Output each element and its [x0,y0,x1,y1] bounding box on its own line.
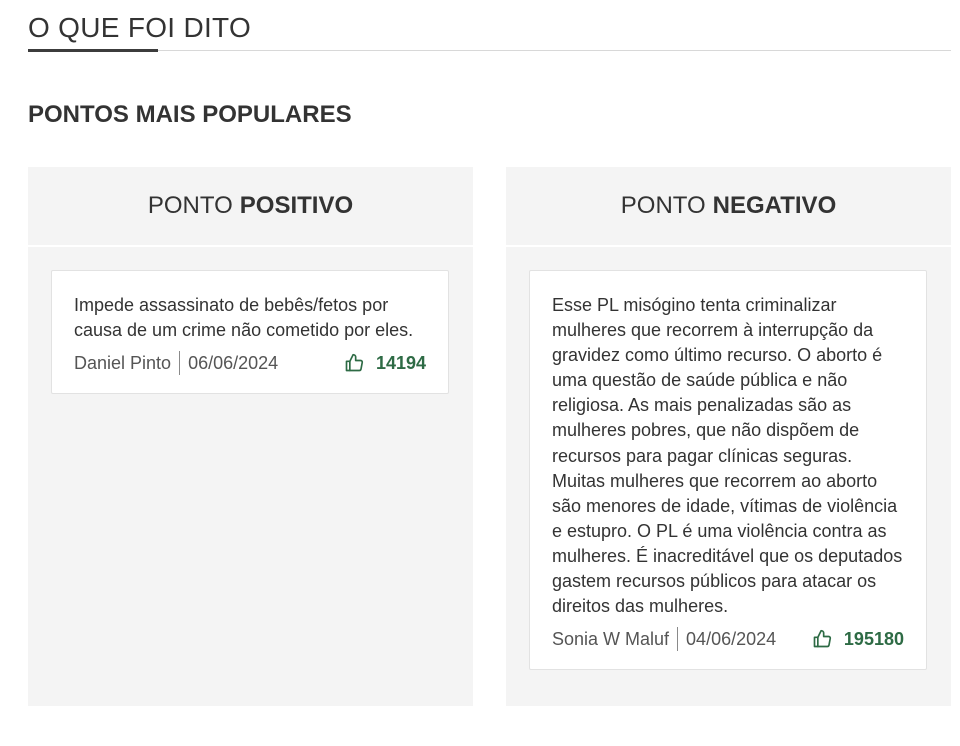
column-header-prefix: PONTO [620,192,706,219]
positive-point-column: PONTO POSITIVO Impede assassinato de beb… [28,167,473,706]
like-button[interactable]: 195180 [812,629,904,650]
popular-points-heading: PONTOS MAIS POPULARES [28,101,352,128]
negative-column-header: PONTO NEGATIVO [506,167,951,247]
comment-meta: Daniel Pinto 06/06/2024 14194 [74,351,426,376]
like-button[interactable]: 14194 [344,353,426,374]
comment-author: Daniel Pinto [74,352,172,373]
section-header: O QUE FOI DITO [28,8,951,52]
positive-point-card: Impede assassinato de bebês/fetos por ca… [51,270,449,395]
meta-divider [179,351,181,376]
thumbs-up-icon [813,630,832,648]
negative-point-column: PONTO NEGATIVO Esse PL misógino tenta cr… [506,167,951,706]
column-header-prefix: PONTO [147,192,233,219]
column-header-emphasis: NEGATIVO [712,192,837,219]
negative-point-card: Esse PL misógino tenta criminalizar mulh… [529,270,927,671]
comment-meta: Sonia W Maluf 04/06/2024 195180 [552,627,904,652]
comment-date: 04/06/2024 [686,628,777,649]
column-header-emphasis: POSITIVO [239,192,354,219]
comment-author: Sonia W Maluf [552,628,670,649]
comment-text: Impede assassinato de bebês/fetos por ca… [74,295,414,341]
thumbs-up-icon [345,354,364,372]
comment-date: 06/06/2024 [188,352,279,373]
like-count: 14194 [375,352,426,373]
positive-column-header: PONTO POSITIVO [28,167,473,247]
comment-text: Esse PL misógino tenta criminalizar mulh… [552,295,903,617]
section-title: O QUE FOI DITO [28,12,252,43]
section-title-underline [28,49,158,52]
meta-divider [677,627,679,652]
like-count: 195180 [843,628,904,649]
